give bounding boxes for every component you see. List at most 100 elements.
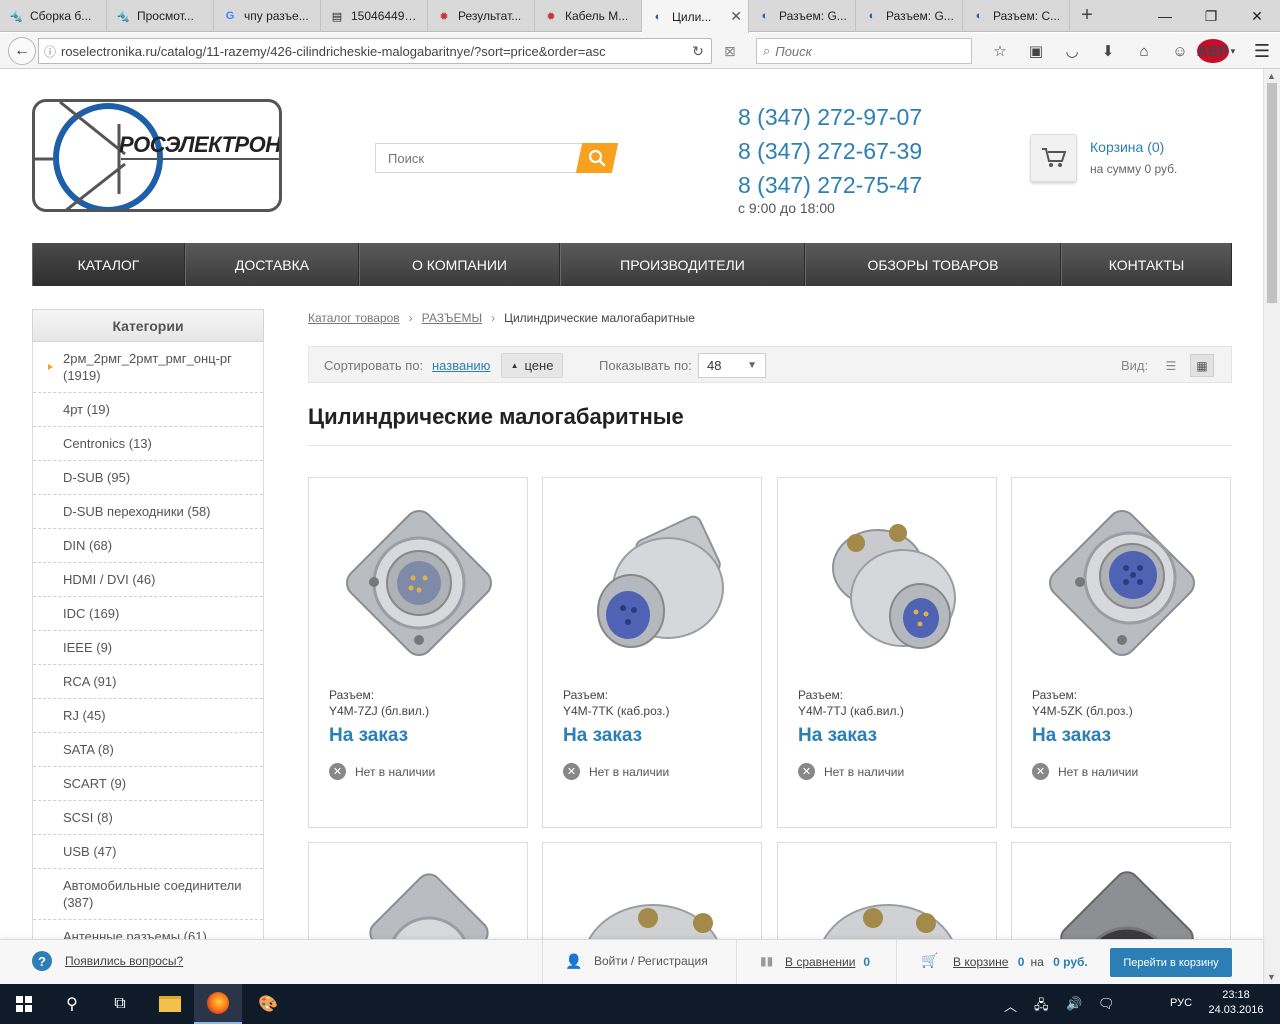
taskbar-clock[interactable]: 23:18 24.03.2016 (1208, 988, 1264, 1018)
browser-tab[interactable]: ✹ Результат... (428, 0, 535, 32)
browser-tab[interactable]: ◐ Разъем: С... (963, 0, 1070, 32)
list-view-icon[interactable]: ☰ (1159, 355, 1183, 377)
paint-app-icon[interactable]: 🎨 (244, 984, 292, 1024)
site-logo[interactable]: РОСЭЛЕКТРОНИКА (32, 99, 282, 212)
browser-tab[interactable]: Gчпу разъе... (214, 0, 321, 32)
category-item[interactable]: IEEE (9) (33, 631, 263, 665)
browser-tab[interactable]: ◐ Разъем: G... (856, 0, 963, 32)
hamburger-menu-icon[interactable]: ☰ (1254, 41, 1270, 62)
scroll-down-icon[interactable]: ▼ (1267, 972, 1276, 982)
file-explorer-icon[interactable] (146, 984, 194, 1024)
menu-item-about[interactable]: О КОМПАНИИ (359, 243, 560, 286)
reading-list-icon[interactable]: ▣ (1018, 39, 1054, 63)
breadcrumb-link-catalog[interactable]: Каталог товаров (308, 311, 400, 325)
category-item[interactable]: SATA (8) (33, 733, 263, 767)
menu-item-reviews[interactable]: ОБЗОРЫ ТОВАРОВ (805, 243, 1061, 286)
browser-tab[interactable]: ▤ 150464493... (321, 0, 428, 32)
sort-by-name-link[interactable]: названию (432, 358, 490, 373)
taskbar-search-icon[interactable]: ⚲ (48, 984, 96, 1024)
menu-item-delivery[interactable]: ДОСТАВКА (185, 243, 359, 286)
breadcrumb-link-section[interactable]: РАЗЪЕМЫ (422, 311, 482, 325)
product-card[interactable]: Разъем: Y4M-7ZJ (бл.вил.) На заказ ✕ Нет в… (308, 477, 528, 828)
category-item[interactable]: D-SUB (95) (33, 461, 263, 495)
product-name[interactable]: Разъем: Y4M-7ZJ (бл.вил.) (329, 687, 519, 719)
product-name[interactable]: Разъем: Y4M-7TJ (каб.вил.) (798, 687, 988, 719)
login-register-link[interactable]: Войти / Регистрация (594, 954, 708, 968)
browser-search-box[interactable]: ⌕ (756, 38, 972, 64)
info-icon[interactable]: ⓘ (39, 43, 61, 60)
phone-number[interactable]: 8 (347) 272-75-47 (738, 168, 922, 202)
per-page-select[interactable]: 48 ▼ (698, 353, 766, 378)
url-text[interactable]: roselectronika.ru/catalog/11-razemy/426-… (61, 44, 685, 59)
scroll-up-icon[interactable]: ▲ (1267, 71, 1276, 81)
close-tab-icon[interactable]: ✕ (730, 8, 742, 25)
browser-tab[interactable]: ◐ Разъем: G... (749, 0, 856, 32)
reload-icon[interactable]: ↻ (685, 43, 711, 60)
product-card[interactable]: Разъем: Y4M-7TJ (каб.вил.) На заказ ✕ Нет … (777, 477, 997, 828)
cart-button[interactable] (1030, 134, 1077, 182)
bookmark-star-icon[interactable]: ☆ (982, 39, 1018, 63)
category-item[interactable]: D-SUB переходники (58) (33, 495, 263, 529)
product-image[interactable] (1042, 498, 1202, 673)
site-search-input[interactable] (375, 143, 587, 173)
product-card[interactable]: Разъем: Y4M-5ZK (бл.роз.) На заказ ✕ Нет в… (1011, 477, 1231, 828)
reader-view-icon[interactable]: ⊠ (724, 43, 742, 59)
cart-info[interactable]: В корзине 0 на 0 руб. (953, 955, 1088, 969)
browser-tab[interactable]: 🔩 Сборка б... (0, 0, 107, 32)
address-bar[interactable]: ⓘ roselectronika.ru/catalog/11-razemy/42… (38, 38, 712, 64)
language-indicator[interactable]: РУС (1170, 997, 1192, 1009)
questions-link[interactable]: Появились вопросы? (65, 954, 183, 968)
category-item[interactable]: RJ (45) (33, 699, 263, 733)
tray-chevron-up-icon[interactable]: ︿ (1004, 996, 1017, 1015)
windows-start-button[interactable] (0, 984, 48, 1024)
smiley-icon[interactable]: ☺ (1162, 39, 1198, 63)
maximize-icon[interactable]: ❐ (1188, 0, 1234, 32)
product-image[interactable] (339, 498, 499, 673)
product-image[interactable] (808, 498, 968, 673)
close-window-icon[interactable]: ✕ (1234, 0, 1280, 32)
phone-number[interactable]: 8 (347) 272-67-39 (738, 134, 922, 168)
new-tab-button[interactable]: + (1070, 0, 1104, 31)
product-name[interactable]: Разъем: Y4M-7TK (каб.роз.) (563, 687, 753, 719)
browser-tab[interactable]: ✹ Кабель М... (535, 0, 642, 32)
menu-item-catalog[interactable]: КАТАЛОГ (32, 243, 185, 286)
sort-by-price-button[interactable]: ▲ цене (501, 353, 563, 378)
category-item[interactable]: 4рт (19) (33, 393, 263, 427)
notifications-icon[interactable]: 🗨 (1098, 996, 1115, 1012)
download-icon[interactable]: ⬇ (1090, 39, 1126, 63)
browser-tab-active[interactable]: ◐ Цили... ✕ (642, 0, 749, 33)
minimize-icon[interactable]: — (1142, 0, 1188, 32)
phone-number[interactable]: 8 (347) 272-97-07 (738, 100, 922, 134)
product-card[interactable]: Разъем: Y4M-7TK (каб.роз.) На заказ ✕ Нет … (542, 477, 762, 828)
scrollbar-thumb[interactable] (1267, 83, 1277, 303)
question-icon[interactable]: ? (32, 951, 52, 971)
browser-tab[interactable]: 🔩 Просмот... (107, 0, 214, 32)
category-item[interactable]: 2рм_2рмг_2рмт_рмг_онц-рг (1919) (33, 342, 263, 393)
category-item[interactable]: USB (47) (33, 835, 263, 869)
category-item[interactable]: IDC (169) (33, 597, 263, 631)
cart-link[interactable]: Корзина (0) (1090, 139, 1164, 155)
home-icon[interactable]: ⌂ (1126, 39, 1162, 63)
page-scrollbar[interactable]: ▲ ▼ (1263, 69, 1280, 984)
pocket-icon[interactable]: ◡ (1054, 39, 1090, 63)
volume-icon[interactable]: 🔊 (1066, 996, 1082, 1012)
go-to-cart-button[interactable]: Перейти в корзину (1110, 948, 1232, 977)
back-button[interactable]: ← (8, 37, 36, 65)
task-view-icon[interactable]: ⧉ (96, 984, 144, 1024)
category-item[interactable]: SCART (9) (33, 767, 263, 801)
category-item[interactable]: Автомобильные соединители (387) (33, 869, 263, 920)
category-item[interactable]: DIN (68) (33, 529, 263, 563)
firefox-icon[interactable] (194, 984, 242, 1024)
menu-item-manufacturers[interactable]: ПРОИЗВОДИТЕЛИ (560, 243, 805, 286)
category-item[interactable]: HDMI / DVI (46) (33, 563, 263, 597)
product-image[interactable] (573, 498, 733, 673)
adblock-button[interactable]: ABP ▾ (1196, 39, 1235, 63)
site-search-button[interactable] (575, 143, 619, 173)
product-name[interactable]: Разъем: Y4M-5ZK (бл.роз.) (1032, 687, 1222, 719)
compare-info[interactable]: В сравнении 0 (785, 955, 870, 969)
menu-item-contacts[interactable]: КОНТАКТЫ (1061, 243, 1232, 286)
category-item[interactable]: RCA (91) (33, 665, 263, 699)
grid-view-icon[interactable]: ▦ (1190, 354, 1214, 377)
network-icon[interactable]: 🖧 (1034, 996, 1049, 1018)
category-item[interactable]: Centronics (13) (33, 427, 263, 461)
